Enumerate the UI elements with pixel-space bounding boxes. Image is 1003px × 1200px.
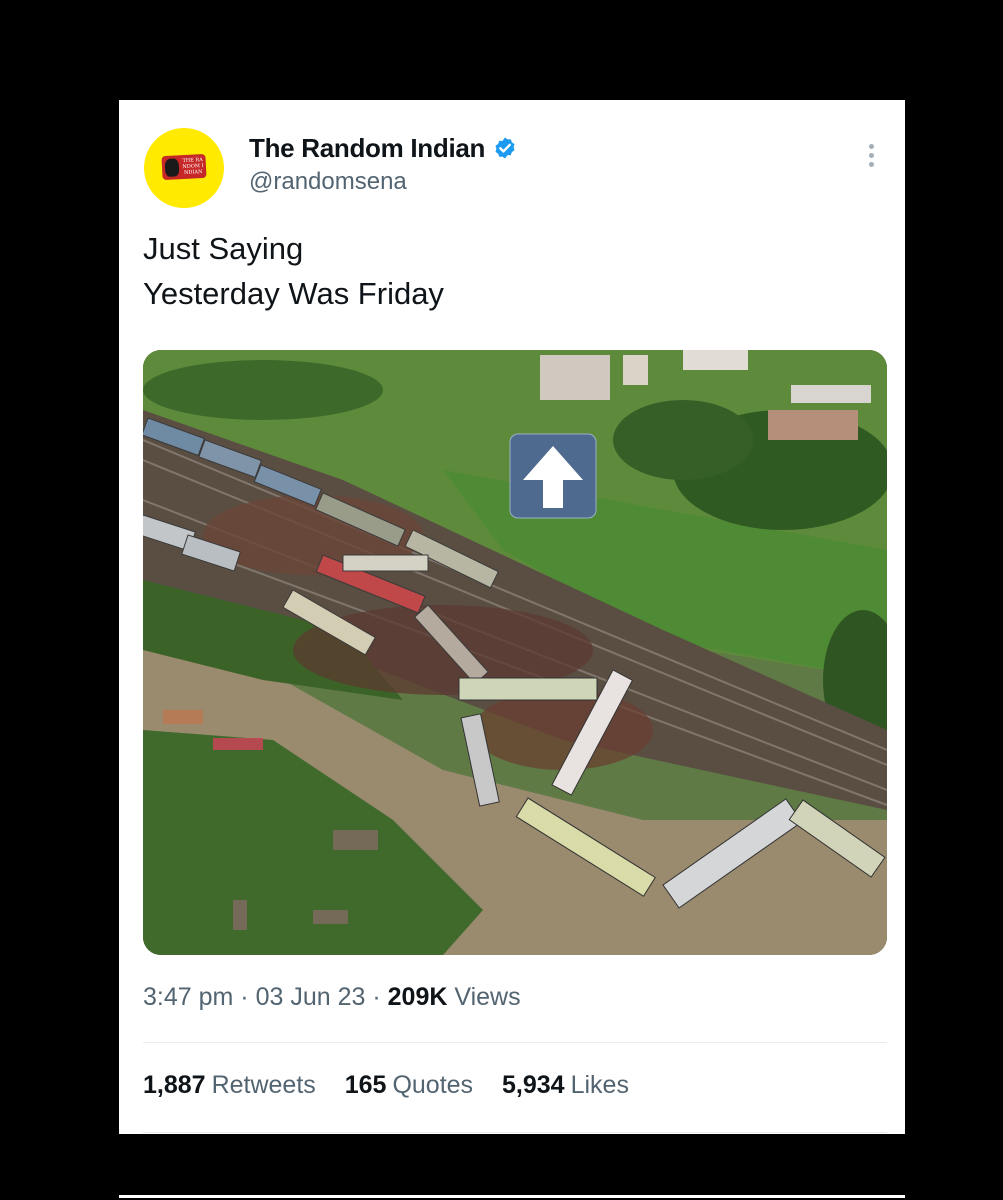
aerial-train-accident-photo [143,350,887,955]
brand-logo: THE RANDOM INDIAN [161,153,207,181]
quotes-label: Quotes [392,1071,474,1099]
views-count: 209K [387,983,448,1011]
views-label: Views [454,983,521,1011]
meta-separator: · [372,983,388,1011]
retweets-count: 1,887 [143,1071,206,1099]
likes-label: Likes [570,1071,629,1099]
logo-face-icon [164,158,180,177]
divider [143,1132,887,1133]
quotes-stat[interactable]: 165 Quotes [345,1071,473,1099]
verified-badge-icon [495,137,515,159]
retweets-label: Retweets [211,1071,316,1099]
tweet-text-line: Just Saying [143,231,304,266]
tweet-date[interactable]: 03 Jun 23 [256,983,366,1011]
tweet-text-line: Yesterday Was Friday [143,276,444,311]
likes-stat[interactable]: 5,934 Likes [502,1071,629,1099]
retweets-stat[interactable]: 1,887 Retweets [143,1071,316,1099]
tweet-stats: 1,887 Retweets 165 Quotes 5,934 Likes [143,1071,651,1100]
tweet-time[interactable]: 3:47 pm [143,983,233,1011]
logo-text: THE RANDOM INDIAN [182,157,204,176]
author-handle[interactable]: @randomsena [249,168,407,196]
quotes-count: 165 [344,1071,387,1099]
more-options-icon[interactable] [861,144,881,174]
meta-separator: · [240,983,256,1011]
tweet-meta: 3:47 pm · 03 Jun 23 · 209K Views [143,983,521,1012]
author-display-name[interactable]: The Random Indian [249,133,485,164]
author-name-row: The Random Indian [249,132,517,164]
tweet-card: THE RANDOM INDIAN The Random Indian @ran… [119,100,905,1134]
tweet-text: Just Saying Yesterday Was Friday [143,226,843,316]
divider [143,1042,887,1043]
avatar[interactable]: THE RANDOM INDIAN [144,128,224,208]
tweet-media-image[interactable] [143,350,887,955]
up-arrow-icon [509,433,597,519]
likes-count: 5,934 [502,1071,565,1099]
bottom-edge-line [119,1195,905,1198]
